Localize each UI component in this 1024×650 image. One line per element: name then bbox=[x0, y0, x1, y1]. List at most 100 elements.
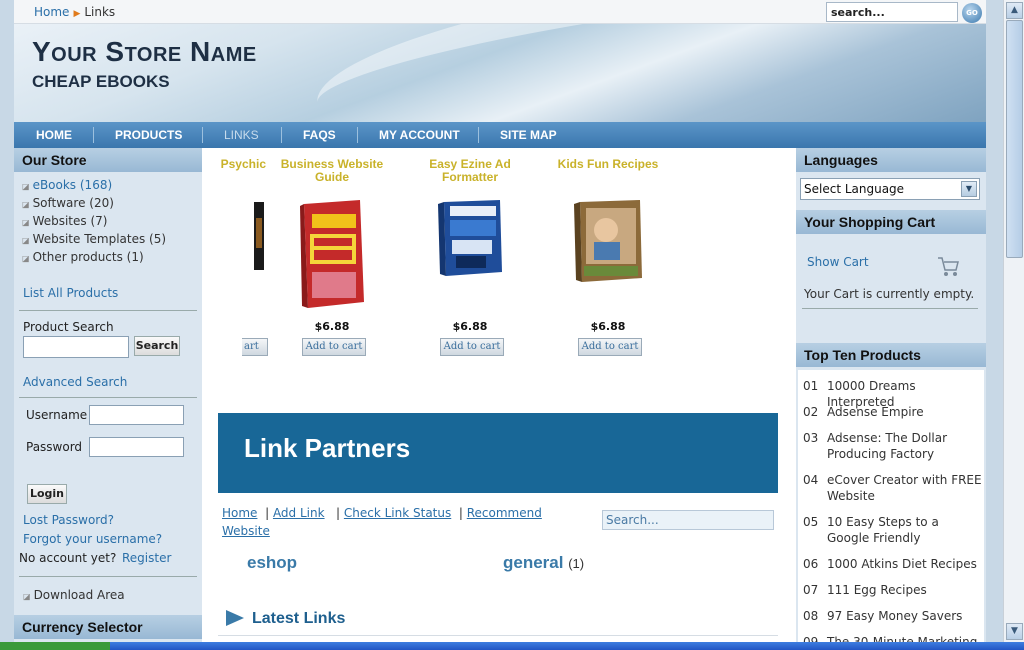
download-area-label: Download Area bbox=[33, 588, 125, 602]
cart-icon[interactable] bbox=[936, 254, 960, 278]
rank-number: 04 bbox=[803, 473, 819, 487]
list-all-products-link[interactable]: List All Products bbox=[23, 286, 118, 300]
shopping-cart-box: Show Cart Your Cart is currently empty. bbox=[796, 234, 986, 338]
language-select-value: Select Language bbox=[804, 182, 905, 196]
add-to-cart-button[interactable]: art bbox=[242, 338, 268, 356]
latest-links-label: Latest Links bbox=[252, 610, 346, 627]
link-partners-banner: Link Partners bbox=[218, 413, 778, 493]
category-link[interactable]: Website Templates (5) bbox=[33, 232, 166, 246]
category-item[interactable]: ◪ Other products (1) bbox=[22, 250, 194, 268]
latest-links-heading: Latest Links bbox=[226, 610, 345, 628]
chevron-down-icon[interactable]: ▼ bbox=[961, 181, 977, 197]
breadcrumb-current: Links bbox=[84, 5, 116, 19]
category-item[interactable]: ◪ Websites (7) bbox=[22, 214, 194, 232]
nav-faqs[interactable]: FAQS bbox=[303, 128, 336, 142]
bullet-icon: ◪ bbox=[22, 254, 30, 263]
book-cover-icon[interactable] bbox=[574, 198, 644, 284]
product-link[interactable]: Adsense: The Dollar Producing Factory bbox=[827, 430, 983, 462]
bullet-icon: ◪ bbox=[22, 236, 30, 245]
lost-password-link[interactable]: Lost Password? bbox=[23, 513, 114, 527]
scroll-up-icon[interactable]: ▲ bbox=[1006, 2, 1023, 19]
scroll-thumb[interactable] bbox=[1006, 20, 1023, 258]
show-cart-link[interactable]: Show Cart bbox=[807, 255, 869, 269]
category-list: ◪ eBooks (168) ◪ Software (20) ◪ Websites (… bbox=[14, 172, 202, 268]
category-eshop-link[interactable]: eshop bbox=[247, 553, 297, 573]
scroll-down-icon[interactable]: ▼ bbox=[1006, 623, 1023, 640]
login-button[interactable]: Login bbox=[27, 484, 67, 504]
product-title[interactable]: Psychic bbox=[138, 158, 266, 186]
languages-heading: Languages bbox=[796, 148, 986, 172]
forgot-username-link[interactable]: Forgot your username? bbox=[23, 532, 162, 546]
download-area-link[interactable]: ◪ Download Area bbox=[23, 588, 125, 602]
nav-separator bbox=[93, 127, 94, 143]
book-cover-icon[interactable] bbox=[438, 198, 504, 278]
pipe-separator: | bbox=[455, 506, 467, 520]
rank-number: 03 bbox=[803, 431, 819, 445]
nav-links[interactable]: LINKS bbox=[224, 128, 259, 142]
divider bbox=[218, 635, 778, 636]
book-cover-icon[interactable] bbox=[300, 198, 366, 310]
rank-number: 02 bbox=[803, 405, 819, 419]
divider bbox=[19, 576, 197, 577]
advanced-search-link[interactable]: Advanced Search bbox=[23, 375, 127, 389]
product-card: Kids Fun Recipes $6.88 Add to cart bbox=[544, 158, 672, 356]
top-search-input[interactable] bbox=[826, 2, 958, 22]
rank-number: 01 bbox=[803, 379, 819, 393]
add-link-link[interactable]: Add Link bbox=[273, 506, 325, 520]
language-select[interactable]: Select Language ▼ bbox=[800, 178, 980, 200]
divider bbox=[19, 397, 197, 398]
product-cover-icon[interactable] bbox=[254, 198, 266, 274]
username-label: Username bbox=[26, 408, 88, 422]
product-price: $6.88 bbox=[452, 320, 488, 333]
category-link[interactable]: Software (20) bbox=[33, 196, 114, 210]
product-link[interactable]: Adsense Empire bbox=[827, 404, 983, 420]
username-field[interactable] bbox=[89, 405, 184, 425]
check-link-status-link[interactable]: Check Link Status bbox=[344, 506, 451, 520]
category-link[interactable]: eBooks (168) bbox=[33, 178, 113, 192]
main-content: Psychic art Business Website Guide $6.88… bbox=[202, 148, 796, 650]
category-item[interactable]: ◪ Website Templates (5) bbox=[22, 232, 194, 250]
product-link[interactable]: 97 Easy Money Savers bbox=[827, 608, 983, 624]
register-link[interactable]: Register bbox=[122, 551, 171, 565]
bullet-icon: ◪ bbox=[22, 182, 30, 191]
category-general: general (1) bbox=[503, 553, 584, 573]
product-card: Psychic art bbox=[138, 158, 268, 356]
nav-my-account[interactable]: MY ACCOUNT bbox=[379, 128, 460, 142]
rank-number: 05 bbox=[803, 515, 819, 529]
product-title[interactable]: Business Website Guide bbox=[268, 158, 396, 186]
partners-home-link[interactable]: Home bbox=[222, 506, 257, 520]
vertical-scrollbar[interactable]: ▲ ▼ bbox=[1003, 0, 1024, 642]
product-title[interactable]: Kids Fun Recipes bbox=[544, 158, 672, 186]
category-general-link[interactable]: general bbox=[503, 553, 563, 572]
search-button[interactable]: Search bbox=[134, 336, 180, 356]
nav-separator bbox=[202, 127, 203, 143]
product-link[interactable]: 10 Easy Steps to a Google Friendly bbox=[827, 514, 983, 546]
divider bbox=[19, 310, 197, 311]
breadcrumb-home[interactable]: Home bbox=[34, 5, 69, 19]
product-link[interactable]: 111 Egg Recipes bbox=[827, 582, 983, 598]
divider bbox=[802, 308, 978, 309]
product-title[interactable]: Easy Ezine Ad Formatter bbox=[406, 158, 534, 186]
nav-home[interactable]: HOME bbox=[36, 128, 72, 142]
bullet-icon: ◪ bbox=[22, 218, 30, 227]
nav-site-map[interactable]: SITE MAP bbox=[500, 128, 557, 142]
product-link[interactable]: eCover Creator with FREE Website bbox=[827, 472, 983, 504]
rank-number: 08 bbox=[803, 609, 819, 623]
product-search-label: Product Search bbox=[23, 320, 114, 334]
add-to-cart-button[interactable]: Add to cart bbox=[578, 338, 642, 356]
password-field[interactable] bbox=[89, 437, 184, 457]
product-search-input[interactable] bbox=[23, 336, 129, 358]
add-to-cart-button[interactable]: Add to cart bbox=[302, 338, 366, 356]
add-to-cart-button[interactable]: Add to cart bbox=[440, 338, 504, 356]
page-left-margin bbox=[0, 0, 14, 642]
go-button[interactable]: GO bbox=[962, 3, 982, 23]
breadcrumb-arrow-icon: ▶ bbox=[73, 9, 81, 19]
product-link[interactable]: 1000 Atkins Diet Recipes bbox=[827, 556, 983, 572]
partners-search-input[interactable]: Search... bbox=[602, 510, 774, 530]
nav-products[interactable]: PRODUCTS bbox=[115, 128, 182, 142]
currency-selector-heading: Currency Selector bbox=[14, 615, 202, 639]
category-item[interactable]: ◪ Software (20) bbox=[22, 196, 194, 214]
category-link[interactable]: Other products (1) bbox=[33, 250, 144, 264]
start-button[interactable] bbox=[0, 642, 110, 650]
category-link[interactable]: Websites (7) bbox=[33, 214, 108, 228]
